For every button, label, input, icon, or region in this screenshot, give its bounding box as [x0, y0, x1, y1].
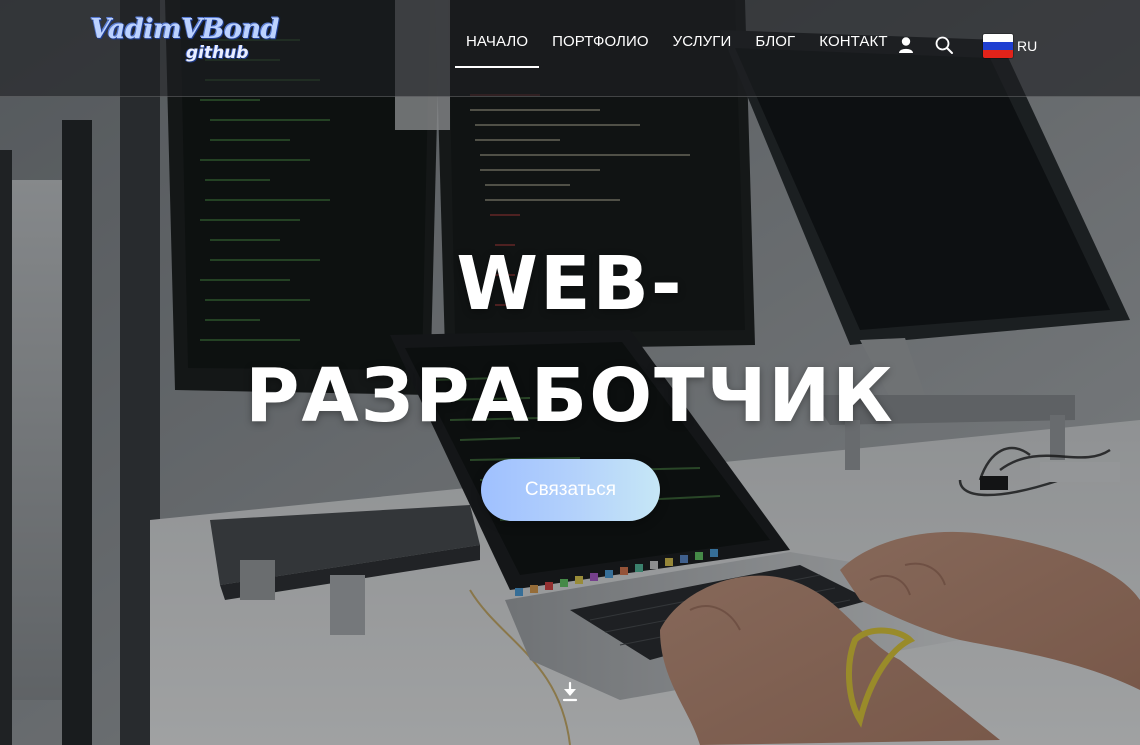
logo-main-text: VadimVBond — [90, 14, 279, 45]
user-button[interactable] — [895, 34, 917, 56]
hero-section: VadimVBond github НАЧАЛО ПОРТФОЛИО УСЛУГ… — [0, 0, 1140, 745]
contact-button[interactable]: Связаться — [481, 459, 660, 521]
logo-sub-text: github — [186, 43, 249, 63]
language-label: RU — [1017, 38, 1038, 54]
hero-title-line-1: WEB- — [456, 241, 684, 327]
russia-flag-icon — [983, 34, 1013, 58]
nav-item-services[interactable]: УСЛУГИ — [661, 0, 744, 93]
nav-item-contact[interactable]: КОНТАКТ — [807, 0, 899, 93]
main-nav: НАЧАЛО ПОРТФОЛИО УСЛУГИ БЛОГ КОНТАКТ — [454, 0, 900, 96]
search-button[interactable] — [933, 34, 955, 56]
nav-item-blog[interactable]: БЛОГ — [743, 0, 807, 93]
hero-title-line-2: РАЗРАБОТЧИК — [245, 353, 895, 439]
site-logo[interactable]: VadimVBond github — [90, 14, 279, 74]
arrow-down-icon — [562, 681, 578, 702]
nav-item-portfolio[interactable]: ПОРТФОЛИО — [540, 0, 661, 93]
site-header: VadimVBond github НАЧАЛО ПОРТФОЛИО УСЛУГ… — [0, 0, 1140, 97]
scroll-down-button[interactable] — [561, 681, 579, 703]
language-switcher[interactable]: RU — [983, 33, 1037, 59]
search-icon — [935, 36, 953, 54]
user-icon — [899, 37, 913, 53]
nav-item-home[interactable]: НАЧАЛО — [454, 0, 540, 93]
hero-title: WEB- РАЗРАБОТЧИК — [0, 228, 1140, 452]
